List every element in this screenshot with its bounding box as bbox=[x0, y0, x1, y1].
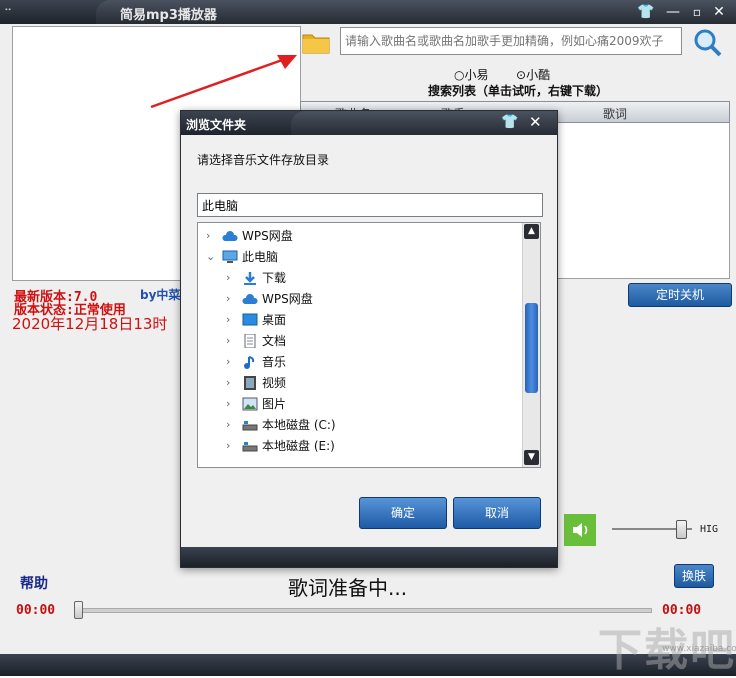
tree-item[interactable]: › WPS网盘 bbox=[198, 226, 520, 246]
author-text: by中菜 bbox=[140, 288, 181, 302]
computer-icon bbox=[222, 250, 238, 264]
dialog-skin-icon[interactable]: 👕 bbox=[501, 114, 518, 130]
radio-label: 小酷 bbox=[526, 68, 551, 82]
browse-folder-dialog: 浏览文件夹 👕 ✕ 请选择音乐文件存放目录 › WPS网盘 ⌄ 此电脑 › 下载 › WPS网… bbox=[180, 110, 558, 568]
chevron-right-icon[interactable]: › bbox=[226, 289, 236, 309]
title-bar: ⠒ 简易mp3播放器 👕 — ▫ ✕ bbox=[0, 0, 736, 24]
desktop-icon bbox=[242, 313, 258, 327]
chevron-right-icon[interactable]: › bbox=[226, 331, 236, 351]
help-link[interactable]: 帮助 bbox=[20, 573, 48, 593]
tree-item[interactable]: ⌄ 此电脑 bbox=[198, 247, 520, 267]
tree-scrollbar[interactable]: ▲ ▼ bbox=[522, 223, 540, 467]
ok-button[interactable]: 确定 bbox=[359, 497, 447, 529]
search-button[interactable] bbox=[690, 26, 724, 58]
annotation-arrow-icon bbox=[150, 55, 297, 109]
timed-shutdown-button[interactable]: 定时关机 bbox=[628, 283, 732, 307]
scroll-down-button[interactable]: ▼ bbox=[524, 450, 539, 465]
lyrics-status: 歌词准备中... bbox=[288, 576, 408, 600]
music-icon bbox=[242, 355, 258, 369]
tree-item-label: 视频 bbox=[262, 376, 287, 390]
volume-label: HIG bbox=[700, 524, 719, 535]
video-icon bbox=[242, 376, 258, 390]
tree-item[interactable]: › WPS网盘 bbox=[198, 289, 520, 309]
cancel-button[interactable]: 取消 bbox=[453, 497, 541, 529]
minimize-button[interactable]: — bbox=[664, 3, 682, 21]
time-current: 00:00 bbox=[16, 603, 56, 618]
tree-item[interactable]: › 文档 bbox=[198, 331, 520, 351]
drive-icon bbox=[242, 418, 258, 432]
download-icon bbox=[242, 271, 258, 285]
chevron-down-icon[interactable]: ⌄ bbox=[206, 247, 216, 267]
dialog-title: 浏览文件夹 bbox=[186, 118, 247, 132]
tree-item-label: 本地磁盘 (E:) bbox=[262, 439, 335, 453]
app-title: 简易mp3播放器 bbox=[120, 8, 217, 23]
progress-track[interactable] bbox=[78, 608, 652, 613]
tree-item[interactable]: › 本地磁盘 (E:) bbox=[198, 436, 520, 456]
tree-item-label: 图片 bbox=[262, 397, 287, 411]
folder-path-input[interactable] bbox=[197, 193, 543, 217]
search-input[interactable] bbox=[340, 27, 682, 55]
app-icon: ⠒ bbox=[4, 4, 13, 17]
tree-item-label: 此电脑 bbox=[242, 250, 279, 264]
tree-item-label: 桌面 bbox=[262, 313, 287, 327]
dialog-title-bar: 浏览文件夹 👕 ✕ bbox=[181, 111, 557, 135]
tree-item-label: 下载 bbox=[262, 271, 287, 285]
drive-icon bbox=[242, 439, 258, 453]
maximize-button[interactable]: ▫ bbox=[688, 3, 706, 21]
tree-item[interactable]: › 音乐 bbox=[198, 352, 520, 372]
radio-source-xiaoku[interactable]: ⊙小酷 bbox=[516, 66, 550, 83]
chevron-right-icon[interactable]: › bbox=[226, 268, 236, 288]
column-lyrics[interactable]: 歌词 bbox=[603, 105, 627, 122]
chevron-right-icon[interactable]: › bbox=[226, 373, 236, 393]
radio-label: 小易 bbox=[464, 68, 489, 82]
radio-source-xiaoyi[interactable]: ○小易 bbox=[454, 66, 489, 83]
volume-slider-thumb[interactable] bbox=[676, 520, 687, 539]
watermark-url: www.xiazaiba.com bbox=[662, 644, 736, 654]
tree-item-label: WPS网盘 bbox=[262, 292, 313, 306]
volume-button[interactable] bbox=[564, 514, 596, 546]
tree-item-label: 本地磁盘 (C:) bbox=[262, 418, 336, 432]
tree-item[interactable]: › 本地磁盘 (C:) bbox=[198, 415, 520, 435]
scroll-thumb[interactable] bbox=[525, 303, 538, 393]
close-button[interactable]: ✕ bbox=[710, 3, 728, 21]
dialog-close-button[interactable]: ✕ bbox=[529, 113, 542, 131]
tree-item[interactable]: › 下载 bbox=[198, 268, 520, 288]
dialog-footer bbox=[181, 547, 557, 567]
tree-item[interactable]: › 视频 bbox=[198, 373, 520, 393]
progress-thumb[interactable] bbox=[74, 601, 83, 619]
skin-icon[interactable]: 👕 bbox=[637, 3, 655, 21]
change-skin-button[interactable]: 换肤 bbox=[674, 564, 714, 588]
scroll-up-button[interactable]: ▲ bbox=[524, 224, 539, 239]
chevron-right-icon[interactable]: › bbox=[226, 352, 236, 372]
picture-icon bbox=[242, 397, 258, 411]
dialog-prompt: 请选择音乐文件存放目录 bbox=[197, 153, 330, 167]
tree-item[interactable]: › 桌面 bbox=[198, 310, 520, 330]
chevron-right-icon[interactable]: › bbox=[226, 310, 236, 330]
search-list-label: 搜索列表（单击试听，右键下载） bbox=[428, 84, 609, 98]
tree-item-label: WPS网盘 bbox=[242, 229, 293, 243]
speaker-icon bbox=[573, 523, 588, 537]
tree-item-label: 音乐 bbox=[262, 355, 287, 369]
chevron-right-icon[interactable]: › bbox=[226, 394, 236, 414]
date-text: 2020年12月18日13时 bbox=[12, 315, 168, 333]
search-icon bbox=[694, 29, 722, 57]
chevron-right-icon[interactable]: › bbox=[226, 436, 236, 456]
chevron-right-icon[interactable]: › bbox=[226, 415, 236, 435]
document-icon bbox=[242, 333, 258, 349]
cloud-icon bbox=[242, 292, 258, 306]
tree-item[interactable]: › 图片 bbox=[198, 394, 520, 414]
cloud-icon bbox=[222, 229, 238, 243]
folder-tree[interactable]: › WPS网盘 ⌄ 此电脑 › 下载 › WPS网盘 › 桌面 › 文档 › 音乐 › 视频 › 图片 › 本地磁盘 … bbox=[197, 222, 541, 468]
chevron-right-icon[interactable]: › bbox=[206, 226, 216, 246]
tree-item-label: 文档 bbox=[262, 334, 287, 348]
